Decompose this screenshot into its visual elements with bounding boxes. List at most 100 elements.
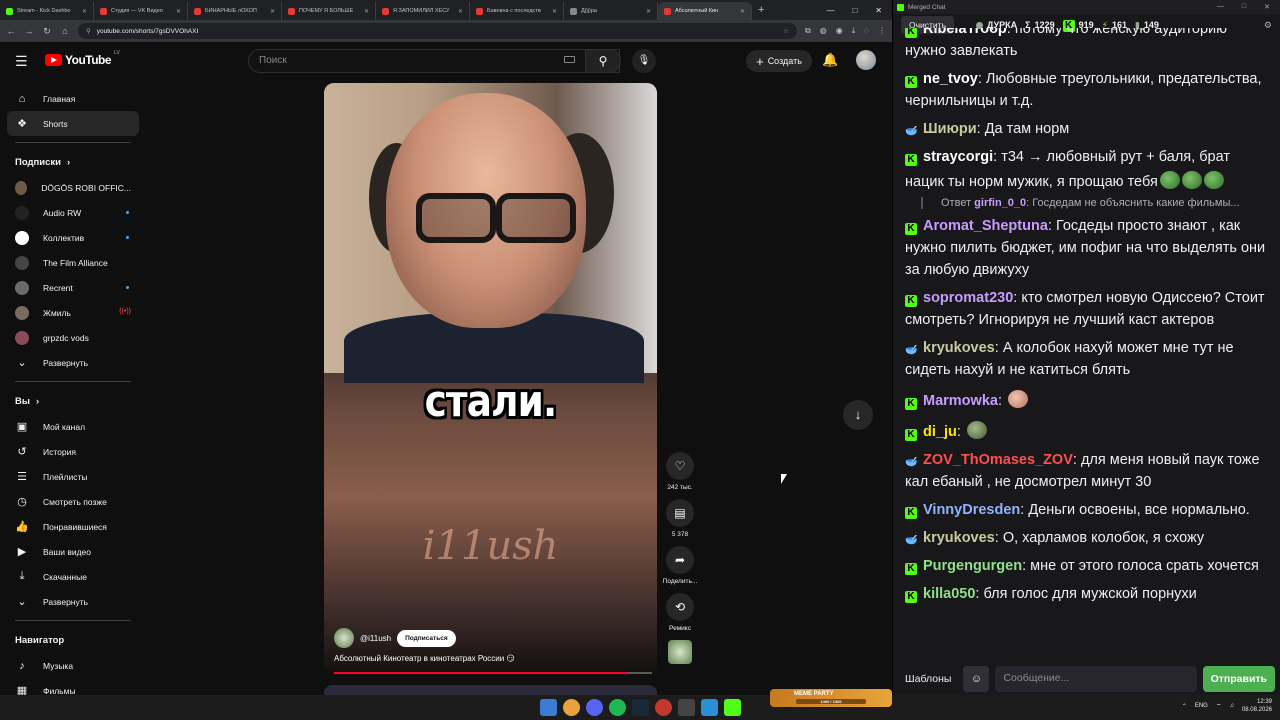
create-button[interactable]: + Создать	[746, 50, 812, 72]
sidebar-item-music[interactable]: ♪ Музыка	[7, 653, 139, 678]
close-window-icon[interactable]: ✕	[875, 6, 882, 15]
templates-button[interactable]: Шаблоны	[899, 667, 957, 691]
sidebar-item-subscription[interactable]: DÖGÖS ROBI OFFIC...	[7, 175, 139, 200]
clock[interactable]: 12:39 08.08.2026	[1242, 698, 1272, 714]
tab-close-icon[interactable]: ✕	[176, 8, 181, 15]
browser-tab[interactable]: Дј)ј)ра ✕	[564, 2, 658, 20]
bookmark-star-icon[interactable]: ☆	[783, 27, 789, 35]
maximize-icon[interactable]: □	[852, 6, 857, 15]
chat-username[interactable]: RibelaTroop	[923, 28, 1007, 37]
sidebar-item-history[interactable]: ↺ История	[7, 439, 139, 464]
maximize-icon[interactable]: □	[1242, 3, 1246, 11]
sidebar-item-liked[interactable]: 👍 Понравившиеся	[7, 514, 139, 539]
chat-username[interactable]: di_ju	[923, 424, 957, 440]
subscriptions-heading[interactable]: Подписки ›	[7, 149, 139, 175]
sidebar-item-subscription[interactable]: Коллектив	[7, 225, 139, 250]
wifi-icon[interactable]: ⌔	[1216, 702, 1222, 710]
like-icon[interactable]: ♡	[666, 452, 694, 480]
sidebar-item-watch-later[interactable]: ◷ Смотреть позже	[7, 489, 139, 514]
new-tab-button[interactable]: +	[752, 4, 770, 16]
chat-username[interactable]: Purgengurgen	[923, 558, 1022, 574]
you-heading[interactable]: Вы ›	[7, 388, 139, 414]
browser-tab[interactable]: Я ЗАПОМИЛИЛ ХЕСУ ✕	[376, 2, 470, 20]
sound-thumbnail[interactable]	[668, 640, 692, 664]
chat-username[interactable]: Aromat_Sheptuna	[923, 218, 1048, 234]
sidebar-item-movies[interactable]: ▦ Фильмы	[7, 678, 139, 695]
sidebar-item-subscription[interactable]: grpzdc vods	[7, 325, 139, 350]
tab-close-icon[interactable]: ✕	[364, 8, 369, 15]
volume-icon[interactable]: ♫	[1229, 703, 1234, 709]
next-short-button[interactable]: ↓	[843, 400, 873, 430]
voice-search-button[interactable]: 🎙	[632, 49, 656, 73]
chat-username[interactable]: ne_tvoy	[923, 71, 978, 87]
close-window-icon[interactable]: ✕	[1264, 3, 1270, 11]
meme-party-widget[interactable]: MEME PARTY 1400 / 1300	[770, 689, 892, 707]
sidebar-item-home[interactable]: ⌂ Главная	[7, 86, 139, 111]
forward-icon[interactable]: →	[24, 26, 34, 36]
extension-icon[interactable]: ◉	[836, 26, 843, 36]
hamburger-menu-icon[interactable]: ☰	[15, 54, 29, 68]
menu-dots-icon[interactable]: ⋮	[878, 26, 886, 36]
chat-username[interactable]: VinnyDresden	[923, 502, 1020, 518]
obs-icon[interactable]	[655, 699, 672, 716]
short-title[interactable]: Абсолютный Кинотеатр в кинотеатрах Росси…	[334, 654, 649, 663]
sidebar-item-channel[interactable]: ▣ Мой канал	[7, 414, 139, 439]
discord-icon[interactable]	[586, 699, 603, 716]
sidebar-item-subscription[interactable]: The Film Alliance	[7, 250, 139, 275]
back-icon[interactable]: ←	[6, 26, 16, 36]
chat-message-input[interactable]: Сообщение...	[995, 666, 1197, 692]
reload-icon[interactable]: ↻	[42, 26, 52, 37]
chat-username[interactable]: killa050	[923, 586, 975, 602]
home-button-icon[interactable]: ⌂	[60, 26, 70, 36]
subscribe-button[interactable]: Подписаться	[397, 629, 456, 647]
search-button[interactable]: ⚲	[585, 49, 621, 73]
reply-username[interactable]: girfin_0_0	[974, 197, 1026, 209]
steam-icon[interactable]	[632, 699, 649, 716]
video-progress-bar[interactable]	[334, 672, 652, 674]
sidebar-item-playlists[interactable]: ☰ Плейлисты	[7, 464, 139, 489]
tab-close-icon[interactable]: ✕	[646, 8, 651, 15]
expand-you-button[interactable]: ⌄ Развернуть	[7, 589, 139, 614]
chat-username[interactable]: sopromat230	[923, 290, 1013, 306]
sidebar-item-downloads[interactable]: ⤓ Скачанные	[7, 564, 139, 589]
tab-close-icon[interactable]: ✕	[82, 8, 87, 15]
share-icon[interactable]: ➦	[666, 546, 694, 574]
chrome-icon[interactable]	[563, 699, 580, 716]
comment-icon[interactable]: ▤	[666, 499, 694, 527]
browser-tab[interactable]: Stream - Kick Dashbo ✕	[0, 2, 94, 20]
remix-icon[interactable]: ⟲	[666, 593, 694, 621]
send-button[interactable]: Отправить	[1202, 666, 1275, 692]
browser-tab[interactable]: Бавовна с последств ✕	[470, 2, 564, 20]
youtube-logo[interactable]: YouTube LV	[45, 50, 120, 67]
site-info-icon[interactable]: ⚲	[86, 27, 91, 35]
browser-tab[interactable]: Абсолютный Кин ✕	[658, 2, 752, 20]
channel-avatar[interactable]	[334, 628, 354, 648]
chat-username[interactable]: kryukoves	[923, 340, 995, 356]
app-icon[interactable]	[678, 699, 695, 716]
channel-name[interactable]: @i11ush	[360, 634, 391, 643]
kick-app-icon[interactable]	[724, 699, 741, 716]
keyboard-icon[interactable]	[564, 56, 575, 63]
sidebar-item-subscription[interactable]: Recrent	[7, 275, 139, 300]
start-icon[interactable]	[540, 699, 557, 716]
app-icon[interactable]	[701, 699, 718, 716]
sidebar-item-subscription[interactable]: Audio RW	[7, 200, 139, 225]
browser-tab[interactable]: БИНАРНЫЕ лОХОП ✕	[188, 2, 282, 20]
notifications-bell-icon[interactable]: 🔔	[822, 52, 838, 68]
spotify-icon[interactable]	[609, 699, 626, 716]
account-avatar[interactable]	[856, 50, 876, 70]
profile-icon[interactable]: ◌	[864, 26, 869, 36]
chat-username[interactable]: straycorgi	[923, 149, 993, 165]
tab-close-icon[interactable]: ✕	[740, 8, 745, 15]
emoji-picker-icon[interactable]: ☺	[963, 666, 990, 692]
browser-tab[interactable]: ПОЧЕМУ Я БОЛЬШЕ ✕	[282, 2, 376, 20]
extension-icon[interactable]: ◍	[820, 26, 827, 36]
chat-username[interactable]: Шиюри	[923, 121, 977, 137]
browser-tab[interactable]: Студия — VK Видео ✕	[94, 2, 188, 20]
sidebar-item-subscription[interactable]: Жмиль ((•))	[7, 300, 139, 325]
expand-subscriptions-button[interactable]: ⌄ Развернуть	[7, 350, 139, 375]
short-video-player[interactable]: стали. i11ush @i11ush Подписаться Абсолю…	[324, 83, 657, 676]
minimize-icon[interactable]: —	[826, 6, 834, 15]
sidebar-item-your-videos[interactable]: ▶ Ваши видео	[7, 539, 139, 564]
tab-close-icon[interactable]: ✕	[458, 8, 463, 15]
